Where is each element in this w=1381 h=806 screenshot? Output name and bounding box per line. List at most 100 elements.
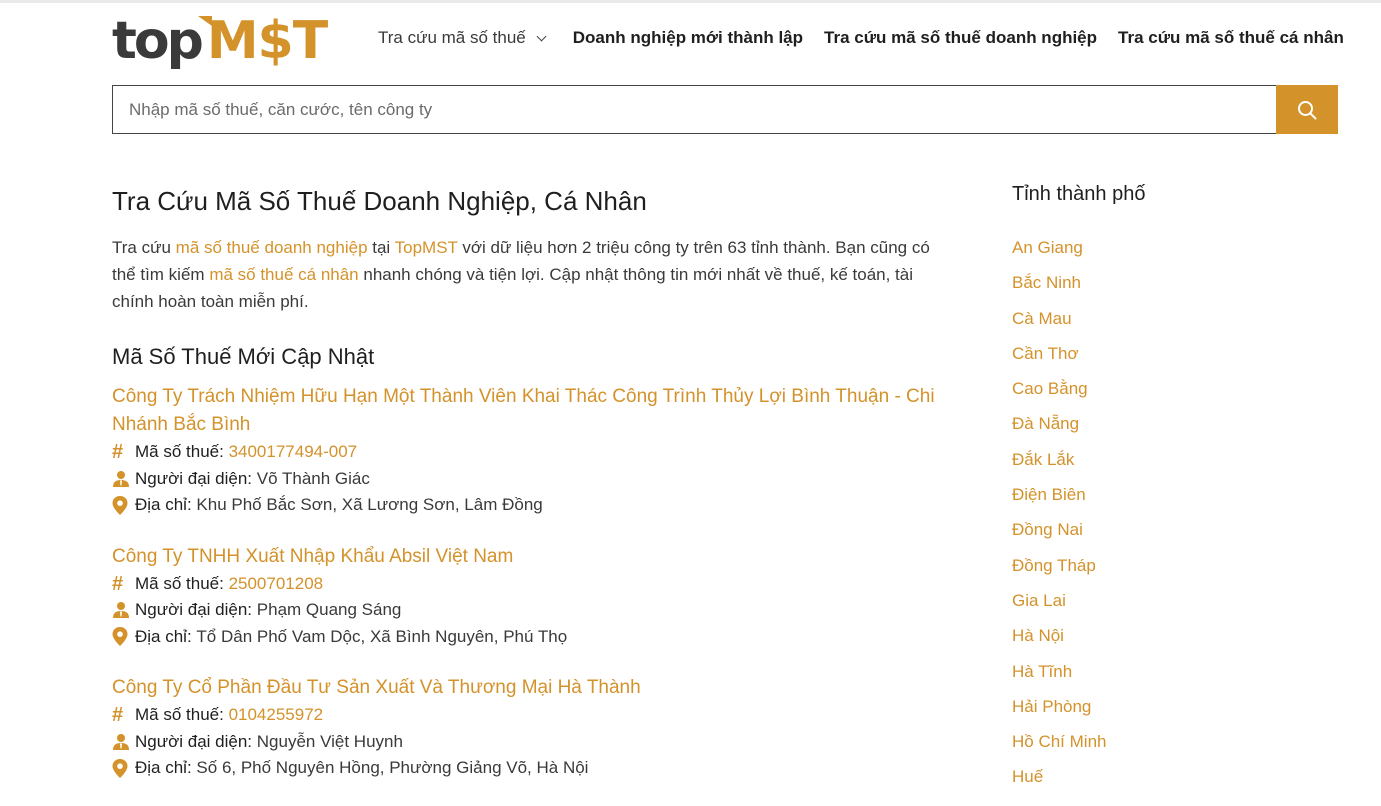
person-icon (112, 733, 132, 751)
addr-label: Địa chỉ: (135, 758, 192, 777)
list-item: Cà Mau (1012, 307, 1262, 342)
hash-icon: # (112, 572, 124, 595)
province-link[interactable]: Hà Nội (1012, 626, 1064, 645)
province-link[interactable]: Huế (1012, 767, 1043, 786)
company-list: Công Ty Trách Nhiệm Hữu Hạn Một Thành Vi… (112, 383, 947, 782)
company-addr-row: Địa chỉ: Số 6, Phố Nguyên Hồng, Phường G… (112, 755, 947, 782)
sidebar-title: Tỉnh thành phố (1012, 183, 1146, 205)
province-link[interactable]: Cao Bằng (1012, 379, 1088, 398)
list-item: Điện Biên (1012, 483, 1262, 518)
list-item: Đồng Tháp (1012, 554, 1262, 589)
province-link[interactable]: Cần Thơ (1012, 344, 1079, 363)
company-rep-row: Người đại diện: Nguyễn Việt Huynh (112, 729, 947, 756)
hash-icon: # (112, 441, 124, 463)
province-list: An Giang Bắc Ninh Cà Mau Cần Thơ Cao Bằn… (1012, 236, 1262, 801)
addr-label: Địa chỉ: (135, 626, 192, 646)
nav-item-tax-lookup[interactable]: Tra cứu mã số thuế (378, 28, 547, 48)
province-link[interactable]: An Giang (1012, 238, 1083, 257)
list-item: Hà Nội (1012, 624, 1262, 659)
sidebar-provinces: Tỉnh thành phố An Giang Bắc Ninh Cà Mau … (1012, 178, 1262, 801)
province-link[interactable]: Hồ Chí Minh (1012, 732, 1106, 751)
logo-mst-text: M$T (206, 11, 328, 71)
province-link[interactable]: Cà Mau (1012, 309, 1072, 328)
section-title: Mã Số Thuế Mới Cập Nhật (112, 344, 375, 369)
location-pin-icon (112, 758, 132, 778)
list-item: Cao Bằng (1012, 377, 1262, 412)
rep-value: Nguyễn Việt Huynh (256, 731, 403, 751)
search-icon (1298, 100, 1317, 119)
main-nav: Tra cứu mã số thuế Doanh nghiệp mới thàn… (378, 28, 1344, 48)
nav-item-personal-tax[interactable]: Tra cứu mã số thuế cá nhân (1118, 28, 1344, 48)
tax-code-link[interactable]: 3400177494-007 (229, 439, 358, 466)
company-tax-row: # Mã số thuế: 2500701208 (112, 571, 947, 598)
company-item: Công Ty Trách Nhiệm Hữu Hạn Một Thành Vi… (112, 383, 947, 519)
company-item: Công Ty Cổ Phần Đầu Tư Sản Xuất Và Thươn… (112, 674, 947, 782)
tax-label: Mã số thuế: (135, 573, 224, 593)
main-content: Tra Cứu Mã Số Thuế Doanh Nghiệp, Cá Nhân… (112, 182, 947, 806)
list-item: Hồ Chí Minh (1012, 730, 1262, 765)
company-rep-row: Người đại diện: Võ Thành Giác (112, 466, 947, 493)
search-bar (112, 85, 1338, 134)
list-item: Đà Nẵng (1012, 412, 1262, 447)
addr-value: Tổ Dân Phố Vam Dộc, Xã Bình Nguyên, Phú … (196, 626, 568, 646)
list-item: An Giang (1012, 236, 1262, 271)
province-link[interactable]: Gia Lai (1012, 591, 1066, 610)
company-addr-row: Địa chỉ: Tổ Dân Phố Vam Dộc, Xã Bình Ngu… (112, 624, 947, 651)
list-item: Huế (1012, 765, 1262, 800)
intro-text: tại (367, 238, 395, 257)
company-name-link[interactable]: Công Ty TNHH Xuất Nhập Khẩu Absil Việt N… (112, 543, 947, 571)
logo-mark-icon (198, 16, 212, 26)
chevron-down-icon (536, 31, 547, 41)
addr-value: Khu Phố Bắc Sơn, Xã Lương Sơn, Lâm Đồng (196, 495, 543, 514)
province-link[interactable]: Hải Phòng (1012, 697, 1091, 716)
addr-value: Số 6, Phố Nguyên Hồng, Phường Giảng Võ, … (196, 758, 589, 777)
rep-label: Người đại diện: (135, 731, 253, 751)
search-input[interactable] (112, 85, 1276, 134)
company-rep-row: Người đại diện: Phạm Quang Sáng (112, 597, 947, 624)
company-tax-row: # Mã số thuế: 3400177494-007 (112, 439, 947, 466)
list-item: Hải Phòng (1012, 695, 1262, 730)
company-item: Công Ty TNHH Xuất Nhập Khẩu Absil Việt N… (112, 543, 947, 651)
list-item: Hà Tĩnh (1012, 660, 1262, 695)
tax-code-link[interactable]: 2500701208 (229, 571, 324, 598)
nav-item-new-companies[interactable]: Doanh nghiệp mới thành lập (573, 28, 803, 48)
nav-item-company-tax[interactable]: Tra cứu mã số thuế doanh nghiệp (824, 28, 1097, 48)
person-icon (112, 470, 132, 488)
province-link[interactable]: Bắc Ninh (1012, 273, 1081, 292)
province-link[interactable]: Đồng Nai (1012, 520, 1083, 539)
province-link[interactable]: Đà Nẵng (1012, 414, 1079, 433)
list-item: Đồng Nai (1012, 518, 1262, 553)
province-link[interactable]: Điện Biên (1012, 485, 1086, 504)
hash-icon: # (112, 704, 124, 726)
tax-label: Mã số thuế: (135, 442, 224, 461)
rep-value: Phạm Quang Sáng (256, 600, 402, 619)
list-item: Gia Lai (1012, 589, 1262, 624)
top-border (0, 0, 1381, 3)
location-pin-icon (112, 627, 132, 647)
province-link[interactable]: Hà Tĩnh (1012, 662, 1072, 681)
person-icon (112, 601, 132, 619)
link-company-tax[interactable]: mã số thuế doanh nghiệp (176, 238, 368, 257)
rep-label: Người đại diện: (135, 600, 253, 619)
nav-item-tax-lookup-label: Tra cứu mã số thuế (378, 28, 526, 47)
company-name-link[interactable]: Công Ty Trách Nhiệm Hữu Hạn Một Thành Vi… (112, 383, 947, 439)
link-personal-tax[interactable]: mã số thuế cá nhân (209, 265, 358, 284)
list-item: Đắk Lắk (1012, 448, 1262, 483)
search-button[interactable] (1276, 85, 1338, 134)
link-topmst[interactable]: TopMST (395, 238, 458, 257)
company-name-link[interactable]: Công Ty Cổ Phần Đầu Tư Sản Xuất Và Thươn… (112, 674, 947, 702)
list-item: Bắc Ninh (1012, 271, 1262, 306)
province-link[interactable]: Đồng Tháp (1012, 556, 1096, 575)
rep-value: Võ Thành Giác (256, 468, 370, 488)
site-logo[interactable]: top M$T (112, 11, 328, 71)
tax-code-link[interactable]: 0104255972 (229, 702, 324, 729)
company-tax-row: # Mã số thuế: 0104255972 (112, 702, 947, 729)
addr-label: Địa chỉ: (135, 495, 192, 514)
tax-label: Mã số thuế: (135, 705, 224, 724)
list-item: Cần Thơ (1012, 342, 1262, 377)
company-addr-row: Địa chỉ: Khu Phố Bắc Sơn, Xã Lương Sơn, … (112, 492, 947, 519)
rep-label: Người đại diện: (135, 468, 253, 488)
logo-top-text: top (112, 11, 204, 71)
page-title: Tra Cứu Mã Số Thuế Doanh Nghiệp, Cá Nhân (112, 186, 647, 216)
province-link[interactable]: Đắk Lắk (1012, 450, 1074, 469)
